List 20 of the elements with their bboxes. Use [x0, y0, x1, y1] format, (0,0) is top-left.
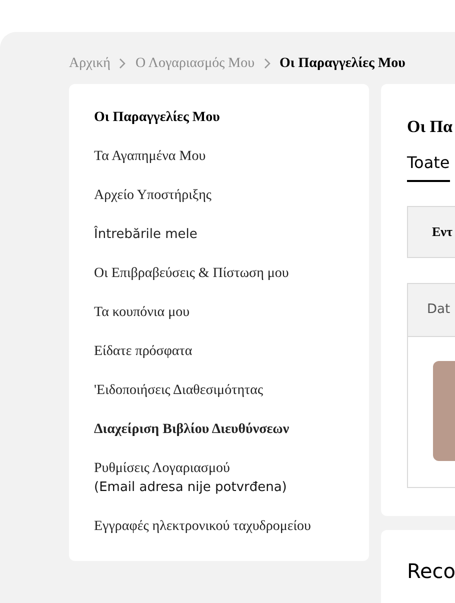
sidebar-item[interactable]: Întrebările mele: [94, 225, 359, 244]
chevron-right-icon: [264, 58, 271, 68]
recommendations-title: Reco: [407, 558, 455, 584]
breadcrumb-current: Οι Παραγγελίες Μου: [280, 54, 406, 72]
column-header: Dat: [427, 301, 450, 320]
orders-title: Οι Πα: [407, 116, 454, 138]
sidebar-item[interactable]: Οι Παραγγελίες Μου: [94, 108, 359, 127]
sidebar-item[interactable]: Αρχείο Υποστήριξης: [94, 186, 359, 205]
sidebar-item[interactable]: Τα Αγαπημένα Μου: [94, 147, 359, 166]
orders-tab[interactable]: Toate: [407, 152, 450, 182]
sidebar-item[interactable]: Οι Επιβραβεύσεις & Πίστωση μου: [94, 264, 359, 283]
sidebar-item[interactable]: 'Ειδοποιήσεις Διαθεσιμότητας: [94, 381, 359, 400]
sidebar-item[interactable]: Εγγραφές ηλεκτρονικού ταχυδρομείου: [94, 517, 359, 536]
sidebar-item[interactable]: Διαχείριση Βιβλίου Διευθύνσεων: [94, 420, 359, 439]
sidebar-item[interactable]: Τα κουπόνια μου: [94, 303, 359, 322]
sidebar-item[interactable]: Ρυθμίσεις Λογαριασμού: [94, 459, 359, 478]
filter-label: Εντ: [432, 223, 452, 242]
sidebar-item[interactable]: Είδατε πρόσφατα: [94, 342, 359, 361]
email-unverified-note: (Email adresa nije potvrđena): [94, 479, 288, 497]
chevron-right-icon: [119, 58, 126, 68]
